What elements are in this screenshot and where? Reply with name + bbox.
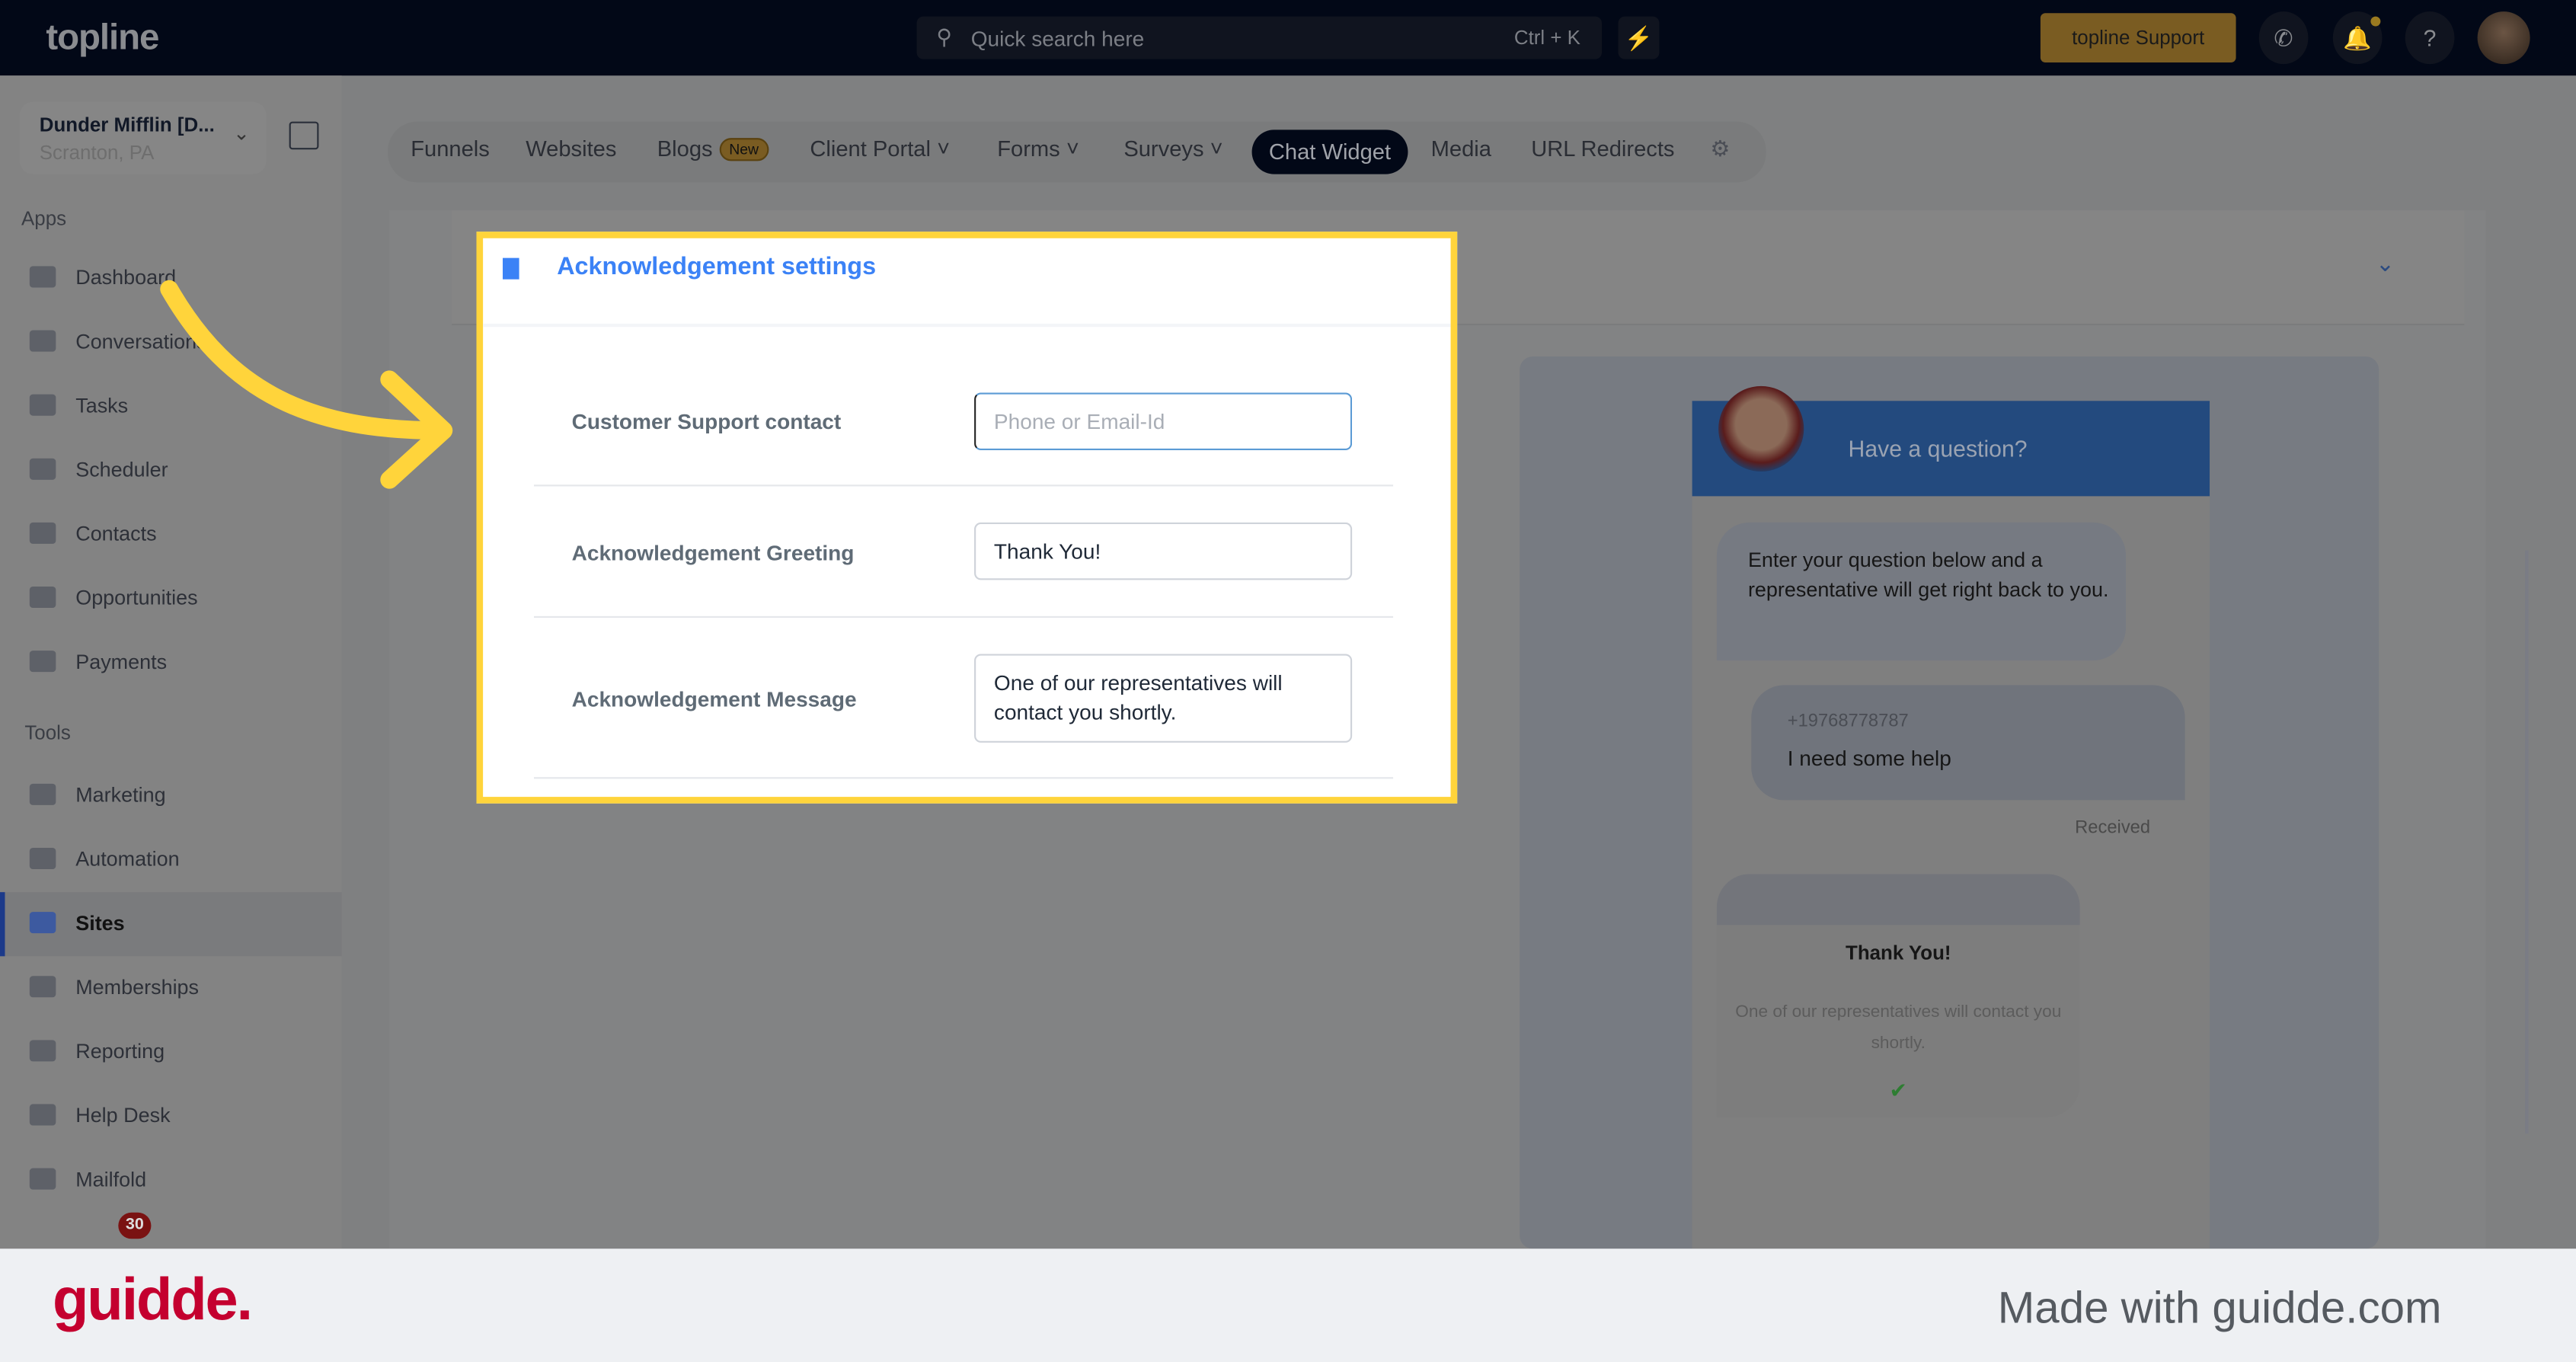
ack-title: Thank You! (1846, 941, 1951, 965)
divider (483, 323, 1451, 328)
sidebar-item-opportunities[interactable]: Opportunities (0, 567, 342, 631)
tab-blogs[interactable]: Blogs New (657, 136, 769, 162)
chevron-down-icon[interactable]: ⌄ (2376, 250, 2395, 278)
sidebar-item-label: Help Desk (75, 1104, 171, 1127)
greeting-input[interactable]: Thank You! (974, 522, 1353, 580)
sidebar-item-help-desk[interactable]: Help Desk (0, 1085, 342, 1149)
search-icon: ⚲ (936, 24, 952, 50)
tab-label: Client Portal (810, 136, 931, 161)
search-shortcut: Ctrl + K (1513, 26, 1580, 50)
phone-icon[interactable]: ✆ (2258, 11, 2309, 65)
sidebar-item-label: Opportunities (75, 587, 198, 610)
tab-label: Surveys (1123, 136, 1204, 161)
sidebar-item-marketing[interactable]: Marketing (0, 764, 342, 828)
pointer-arrow-icon (160, 280, 453, 489)
megaphone-icon (29, 783, 56, 805)
sidebar-item-mailfold[interactable]: Mailfold (0, 1149, 342, 1213)
sidebar-item-sites[interactable]: Sites (0, 892, 342, 957)
sidebar-item-memberships[interactable]: Memberships (0, 956, 342, 1020)
sites-tab-bar: Funnels Websites Blogs New Client Portal … (388, 121, 1766, 183)
tab-label: Blogs (657, 136, 713, 161)
sidebar-item-label: Payments (75, 651, 168, 674)
message-status: Received (2075, 818, 2151, 839)
tab-url-redirects[interactable]: URL Redirects (1531, 136, 1674, 161)
quick-search[interactable]: ⚲ Quick search here Ctrl + K (916, 16, 1602, 59)
tab-label: Forms (997, 136, 1060, 161)
panel-title: Acknowledgement settings (557, 253, 877, 281)
made-with-text: Made with guidde.com (1997, 1283, 2442, 1333)
check-icon: ✔ (1889, 1077, 1908, 1103)
gears-icon (29, 847, 56, 870)
tab-client-portal[interactable]: Client Portal ˅ (810, 136, 950, 161)
user-message-bubble: +19768778787 I need some help (1751, 685, 2185, 801)
guidde-logo: guidde. (53, 1264, 253, 1333)
credit-card-icon (29, 651, 56, 673)
ack-bubble-header (1716, 874, 2080, 926)
users-icon (29, 976, 56, 998)
sidebar-item-label: Memberships (75, 976, 200, 999)
user-avatar[interactable] (2477, 11, 2530, 65)
greeting-label: Acknowledgement Greeting (571, 540, 855, 565)
sidebar-item-label: Reporting (75, 1040, 165, 1063)
active-indicator (0, 892, 5, 957)
sidebar-item-label: Marketing (75, 783, 166, 807)
mail-icon (29, 1168, 56, 1190)
pie-chart-icon (29, 1040, 56, 1062)
user-message: I need some help (1787, 746, 1951, 771)
widget-title: Have a question? (1848, 435, 2028, 462)
support-contact-input[interactable] (974, 392, 1353, 450)
intro-text: Enter your question below and a represen… (1747, 548, 2109, 602)
acknowledgement-settings-panel: Acknowledgement settings Customer Suppor… (476, 232, 1458, 804)
ack-message: One of our representatives will contact … (1735, 1002, 2062, 1053)
target-icon (29, 587, 56, 609)
sidebar-item-reporting[interactable]: Reporting (0, 1020, 342, 1084)
acknowledgement-bubble: Thank You! One of our representatives wi… (1716, 874, 2080, 1117)
divider (533, 777, 1394, 779)
sidebar-item-label: Contacts (75, 522, 157, 546)
support-button[interactable]: topline Support (2040, 13, 2236, 62)
lightning-icon[interactable]: ⚡ (1618, 16, 1660, 59)
tab-forms[interactable]: Forms ˅ (997, 136, 1079, 161)
tools-heading: Tools (24, 721, 71, 745)
help-icon[interactable]: ? (2405, 11, 2455, 65)
sidebar-item-automation[interactable]: Automation (0, 828, 342, 892)
globe-icon (29, 912, 56, 934)
support-contact-label: Customer Support contact (571, 409, 842, 434)
search-placeholder: Quick search here (970, 26, 1145, 51)
receipt-icon (503, 257, 519, 280)
chevron-down-icon: ˅ (1210, 136, 1223, 161)
tab-surveys[interactable]: Surveys ˅ (1123, 136, 1222, 161)
agent-avatar (1718, 385, 1804, 472)
user-phone: +19768778787 (1787, 711, 1909, 731)
intro-bubble: Enter your question below and a represen… (1716, 522, 2127, 661)
scrollbar[interactable] (2525, 550, 2529, 1134)
sidebar-item-label: Automation (75, 847, 180, 871)
question-circle-icon (29, 1104, 56, 1126)
screen: topline ⚲ Quick search here Ctrl + K ⚡ t… (0, 0, 2576, 1362)
sidebar-item-label: Mailfold (75, 1168, 147, 1191)
notification-dot (2370, 16, 2381, 27)
sidebar-item-label: Sites (75, 912, 125, 935)
chevron-down-icon: ˅ (1066, 136, 1079, 161)
tab-media[interactable]: Media (1431, 136, 1491, 161)
tab-websites[interactable]: Websites (526, 136, 616, 161)
new-badge: New (719, 139, 769, 162)
chevron-down-icon: ˅ (937, 136, 951, 161)
divider (533, 615, 1394, 618)
gear-icon[interactable]: ⚙ (1710, 136, 1730, 163)
message-input[interactable]: One of our representatives will contact … (974, 654, 1353, 743)
divider (533, 484, 1394, 487)
notification-badge[interactable]: 30 (118, 1212, 152, 1239)
sidebar-item-payments[interactable]: Payments (0, 631, 342, 695)
message-label: Acknowledgement Message (571, 686, 857, 711)
tab-chat-widget[interactable]: Chat Widget (1251, 129, 1408, 174)
